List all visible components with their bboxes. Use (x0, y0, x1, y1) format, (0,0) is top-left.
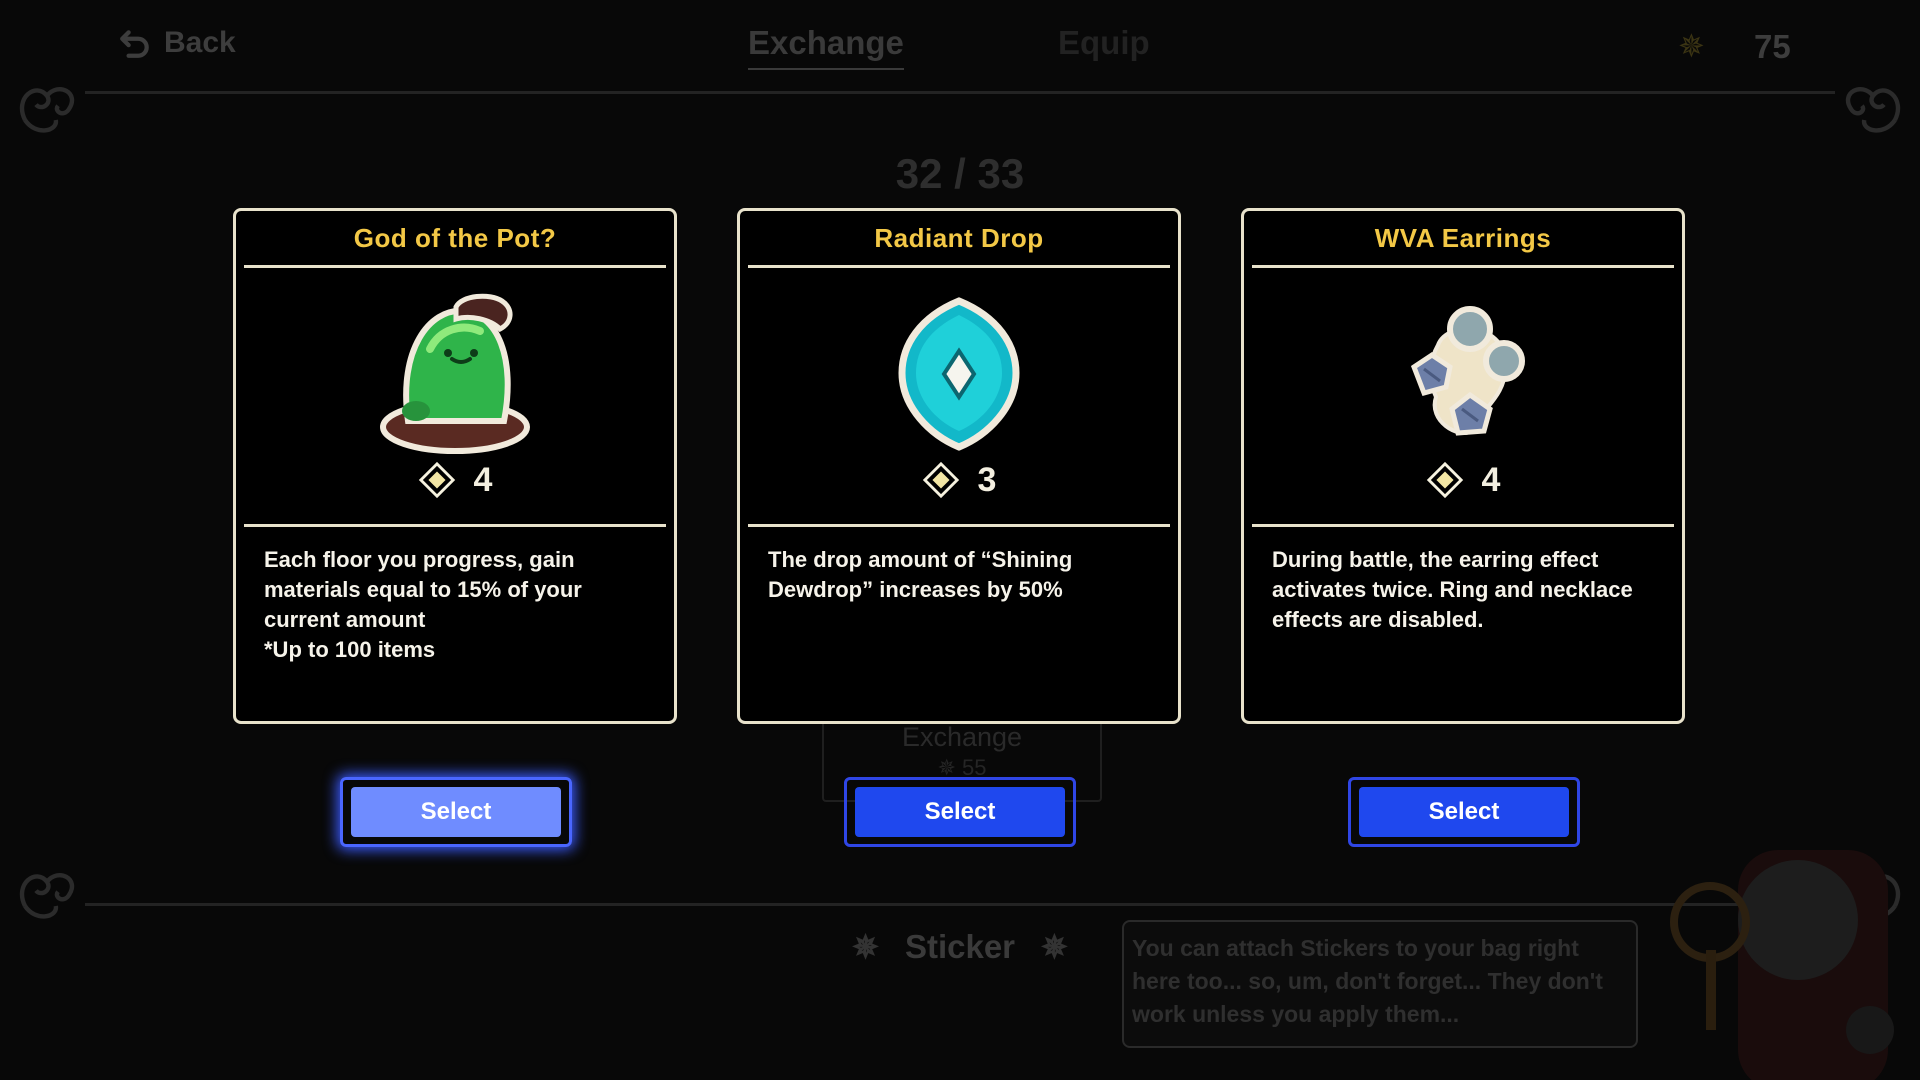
back-arrow-icon (120, 30, 149, 58)
gear-star-icon: ✵ (1041, 929, 1068, 965)
card-title: Radiant Drop (748, 211, 1170, 268)
corner-ornament-icon (14, 862, 80, 928)
card-cost-value: 4 (473, 460, 493, 499)
top-divider (85, 91, 1835, 94)
sticker-section-header: ✵ Sticker ✵ (840, 922, 1080, 972)
card-description: The drop amount of “Shining Dewdrop” inc… (768, 547, 1073, 602)
select-button-wva-earrings[interactable]: Select (1359, 787, 1569, 837)
card-cost: 4 (1244, 460, 1682, 500)
card-description: During battle, the earring effect activa… (1272, 547, 1633, 632)
card-description: Each floor you progress, gain materials … (264, 547, 582, 662)
gear-star-icon: ✵ (1678, 28, 1705, 64)
corner-ornament-icon (14, 76, 80, 142)
card-cost-value: 4 (1481, 460, 1501, 499)
npc-character-icon (1670, 850, 1894, 1080)
card-cost: 3 (740, 460, 1178, 500)
reward-card-wva-earrings[interactable]: WVA Earrings 4 During battle, the earrin… (1241, 208, 1685, 724)
card-cost-value: 3 (977, 460, 997, 499)
back-label: Back (164, 26, 236, 59)
bottom-divider (85, 903, 1835, 906)
currency-count: 75 (1754, 28, 1791, 65)
diamond-cost-icon (418, 461, 455, 499)
pearl-earrings-icon (1410, 306, 1525, 436)
tab-exchange[interactable]: Exchange (748, 24, 904, 70)
floor-counter: 32 / 33 (895, 150, 1025, 197)
select-button-radiant-drop[interactable]: Select (855, 787, 1065, 837)
diamond-cost-icon (1426, 461, 1463, 499)
select-button-frame: Select (1348, 777, 1580, 847)
card-title: WVA Earrings (1252, 211, 1674, 268)
green-pot-creature-icon (380, 293, 530, 454)
cyan-drop-gem-icon (898, 297, 1020, 451)
card-cost: 4 (236, 460, 674, 500)
corner-ornament-icon (1840, 76, 1906, 142)
select-button-frame: Select (340, 777, 572, 847)
top-bar: Back Exchange Equip ✵ 75 (0, 0, 1920, 95)
reward-card-god-of-the-pot[interactable]: God of the Pot? 4 Each floor you progres… (233, 208, 677, 724)
gear-star-icon: ✵ (852, 929, 879, 965)
card-title: God of the Pot? (244, 211, 666, 268)
select-button-god-of-the-pot[interactable]: Select (351, 787, 561, 837)
exchange-label: Exchange (901, 722, 1023, 752)
back-button[interactable]: Back (118, 26, 236, 60)
sticker-label: Sticker (904, 928, 1016, 965)
tab-equip[interactable]: Equip (1058, 24, 1150, 62)
speech-text: You can attach Stickers to your bag righ… (1132, 935, 1603, 1027)
reward-card-radiant-drop[interactable]: Radiant Drop 3 The drop amount of “Shini… (737, 208, 1181, 724)
select-button-frame: Select (844, 777, 1076, 847)
npc-speech-bubble: You can attach Stickers to your bag righ… (1122, 920, 1638, 1048)
diamond-cost-icon (922, 461, 959, 499)
